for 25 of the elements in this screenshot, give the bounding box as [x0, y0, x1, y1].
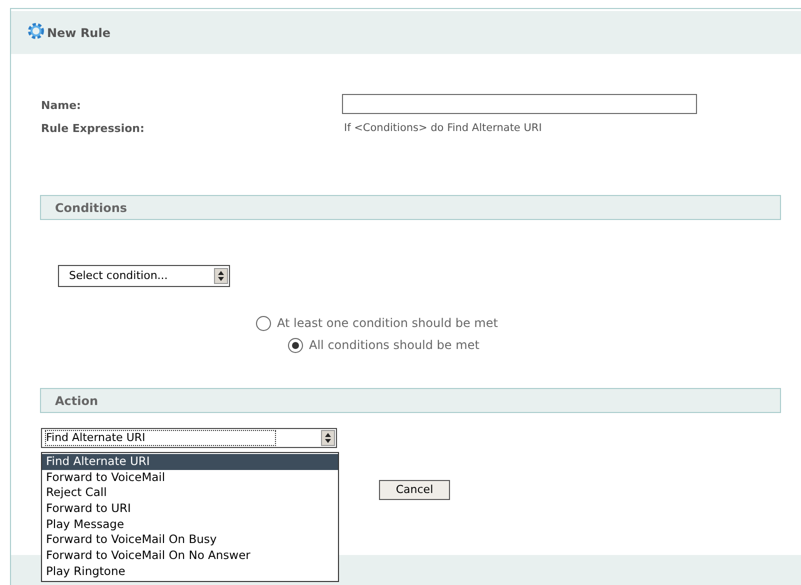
dropdown-option[interactable]: Play Ringtone	[42, 564, 338, 580]
dropdown-option[interactable]: Forward to VoiceMail	[42, 470, 338, 486]
dropdown-option[interactable]: Forward to VoiceMail On Busy	[42, 532, 338, 548]
dropdown-option[interactable]: Find Alternate URI	[42, 454, 338, 470]
spinner-icon	[321, 430, 335, 446]
action-select[interactable]: Find Alternate URI	[41, 428, 337, 448]
radio-button[interactable]	[288, 338, 303, 352]
radio-button[interactable]	[256, 316, 271, 330]
radio-label: All conditions should be met	[309, 337, 480, 354]
dropdown-option[interactable]: Forward to URI	[42, 501, 338, 517]
section-header: Conditions	[40, 195, 781, 220]
rule-expression-label: Rule Expression:	[41, 120, 146, 136]
dropdown-option[interactable]: Forward to VoiceMail On No Answer	[42, 548, 338, 564]
gear-icon	[27, 22, 45, 40]
name-label: Name:	[41, 98, 82, 114]
condition-select[interactable]: Select condition...	[58, 265, 230, 287]
radio-label: At least one condition should be met	[277, 315, 498, 332]
dropdown-option[interactable]: Play Message	[42, 516, 338, 532]
name-field[interactable]	[342, 94, 697, 114]
section-header: Action	[40, 388, 781, 413]
spinner-icon	[214, 268, 228, 284]
rule-expression: If <Conditions> do Find Alternate URI	[344, 121, 543, 136]
header-title: New Rule	[47, 24, 110, 42]
dropdown-option[interactable]: Reject Call	[42, 485, 338, 502]
cancel-button[interactable]: Cancel	[379, 480, 450, 500]
